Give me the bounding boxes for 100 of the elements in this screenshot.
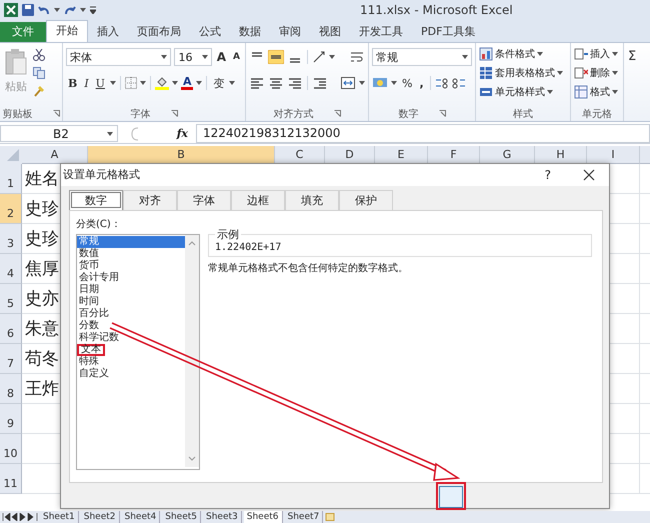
indent-icon[interactable] <box>312 76 328 90</box>
list-item[interactable]: 自定义 <box>77 368 119 380</box>
caret-icon[interactable] <box>80 8 86 12</box>
ribbon-tab[interactable]: 插入 <box>88 22 128 42</box>
font-color-button[interactable]: A <box>180 76 194 90</box>
align-right-icon[interactable] <box>287 76 303 90</box>
caret-icon[interactable] <box>612 90 618 94</box>
row-header[interactable]: 5 <box>0 284 22 314</box>
caret-icon[interactable] <box>557 71 563 75</box>
grow-font-button[interactable]: A <box>214 50 228 64</box>
list-item[interactable]: 常规 <box>77 236 185 248</box>
ribbon-tab[interactable]: 公式 <box>190 22 230 42</box>
row-header[interactable]: 8 <box>0 374 22 404</box>
sum-button[interactable]: Σ <box>628 49 636 64</box>
row-header[interactable]: 9 <box>0 404 22 434</box>
column-header[interactable]: H <box>535 146 587 164</box>
customize-icon[interactable] <box>90 6 96 14</box>
dialog-tab[interactable]: 对齐 <box>123 190 177 210</box>
list-item[interactable]: 文本 <box>77 344 105 356</box>
caret-icon[interactable] <box>329 55 335 59</box>
row-header[interactable]: 11 <box>0 464 22 494</box>
list-item[interactable]: 百分比 <box>77 308 119 320</box>
caret-icon[interactable] <box>161 55 168 59</box>
shrink-font-button[interactable]: A <box>231 52 242 62</box>
list-item[interactable]: 日期 <box>77 284 119 296</box>
copy-icon[interactable] <box>33 67 47 79</box>
column-header[interactable]: B <box>88 146 275 164</box>
align-left-icon[interactable] <box>249 76 265 90</box>
caret-icon[interactable] <box>391 81 397 85</box>
row-header[interactable]: 1 <box>0 164 22 194</box>
column-header[interactable]: I <box>587 146 640 164</box>
caret-icon[interactable] <box>54 8 60 12</box>
comma-button[interactable]: , <box>417 76 426 90</box>
sheet-tab[interactable]: Sheet3 <box>203 511 242 523</box>
font-size-field[interactable]: 16 <box>174 48 212 66</box>
caret-icon[interactable] <box>612 52 618 56</box>
caret-icon[interactable] <box>462 55 468 59</box>
ribbon-tab[interactable]: 开始 <box>46 20 88 42</box>
caret-icon[interactable] <box>196 81 202 85</box>
list-item[interactable]: 时间 <box>77 296 119 308</box>
column-header[interactable]: G <box>480 146 535 164</box>
sheet-tab[interactable]: Sheet1 <box>40 511 79 523</box>
column-header[interactable]: A <box>22 146 88 164</box>
sheet-tab[interactable]: Sheet4 <box>122 511 160 523</box>
ribbon-tab[interactable]: 数据 <box>230 22 270 42</box>
dialog-launcher-icon[interactable] <box>334 110 340 117</box>
fill-color-icon[interactable] <box>154 76 169 90</box>
list-item[interactable]: 货币 <box>77 260 119 272</box>
italic-button[interactable]: I <box>82 76 91 90</box>
sheet-tab[interactable]: Sheet5 <box>162 511 201 523</box>
dialog-launcher-icon[interactable] <box>170 110 178 117</box>
bold-button[interactable]: B <box>66 76 80 90</box>
row-header[interactable]: 4 <box>0 254 22 284</box>
brush-icon[interactable] <box>33 85 45 97</box>
percent-button[interactable]: % <box>400 76 414 90</box>
list-item[interactable]: 分数 <box>77 320 119 332</box>
border-icon[interactable] <box>124 77 137 89</box>
close-icon[interactable] <box>583 168 595 181</box>
dialog-tab[interactable]: 边框 <box>231 190 285 210</box>
save-icon[interactable] <box>22 4 34 16</box>
formula-field[interactable]: 122402198312132000 <box>196 124 650 143</box>
ribbon-menu-button[interactable]: 条件格式 <box>479 46 567 62</box>
sheet-tab[interactable]: Sheet6 <box>244 511 282 523</box>
column-header[interactable]: F <box>428 146 480 164</box>
caret-icon[interactable] <box>359 81 365 85</box>
phonetic-button[interactable]: 变 <box>211 76 226 90</box>
file-tab[interactable]: 文件 <box>0 22 46 42</box>
caret-icon[interactable] <box>140 81 146 85</box>
row-header[interactable]: 2 <box>0 194 22 224</box>
caret-icon[interactable] <box>547 90 553 94</box>
list-item[interactable]: 数值 <box>77 248 119 260</box>
dialog-tab[interactable]: 保护 <box>339 190 393 210</box>
scrollbar[interactable] <box>185 234 199 467</box>
caret-icon[interactable] <box>172 81 178 85</box>
ribbon-menu-button[interactable]: 删除 <box>574 65 620 81</box>
wrap-text-icon[interactable] <box>349 50 365 64</box>
caret-icon[interactable] <box>612 71 618 75</box>
dialog-launcher-icon[interactable] <box>52 110 60 117</box>
align-center-icon[interactable] <box>268 76 284 90</box>
sheet-tab[interactable]: Sheet7 <box>284 511 324 523</box>
list-item[interactable]: 特殊 <box>77 356 119 368</box>
dialog-tab[interactable]: 字体 <box>177 190 231 210</box>
caret-icon[interactable] <box>202 55 208 59</box>
help-button[interactable]: ? <box>544 168 551 182</box>
font-name-field[interactable]: 宋体 <box>66 48 172 66</box>
dialog-tab[interactable]: 填充 <box>285 190 339 210</box>
ribbon-menu-button[interactable]: 套用表格格式 <box>479 65 567 81</box>
column-header[interactable]: D <box>325 146 375 164</box>
caret-icon[interactable] <box>110 81 116 85</box>
name-box[interactable]: B2 <box>0 125 118 142</box>
insert-function-button[interactable]: fx <box>176 127 188 140</box>
scissors-icon[interactable] <box>33 49 45 61</box>
list-item[interactable]: 科学记数 <box>77 332 119 344</box>
underline-button[interactable]: U <box>94 76 107 90</box>
ribbon-tab[interactable]: 开发工具 <box>350 22 412 42</box>
align-middle-icon[interactable] <box>268 50 284 64</box>
ribbon-tab[interactable]: 审阅 <box>270 22 310 42</box>
ribbon-tab[interactable]: 视图 <box>310 22 350 42</box>
increase-decimal-icon[interactable] <box>434 77 449 89</box>
redo-icon[interactable] <box>64 5 76 15</box>
